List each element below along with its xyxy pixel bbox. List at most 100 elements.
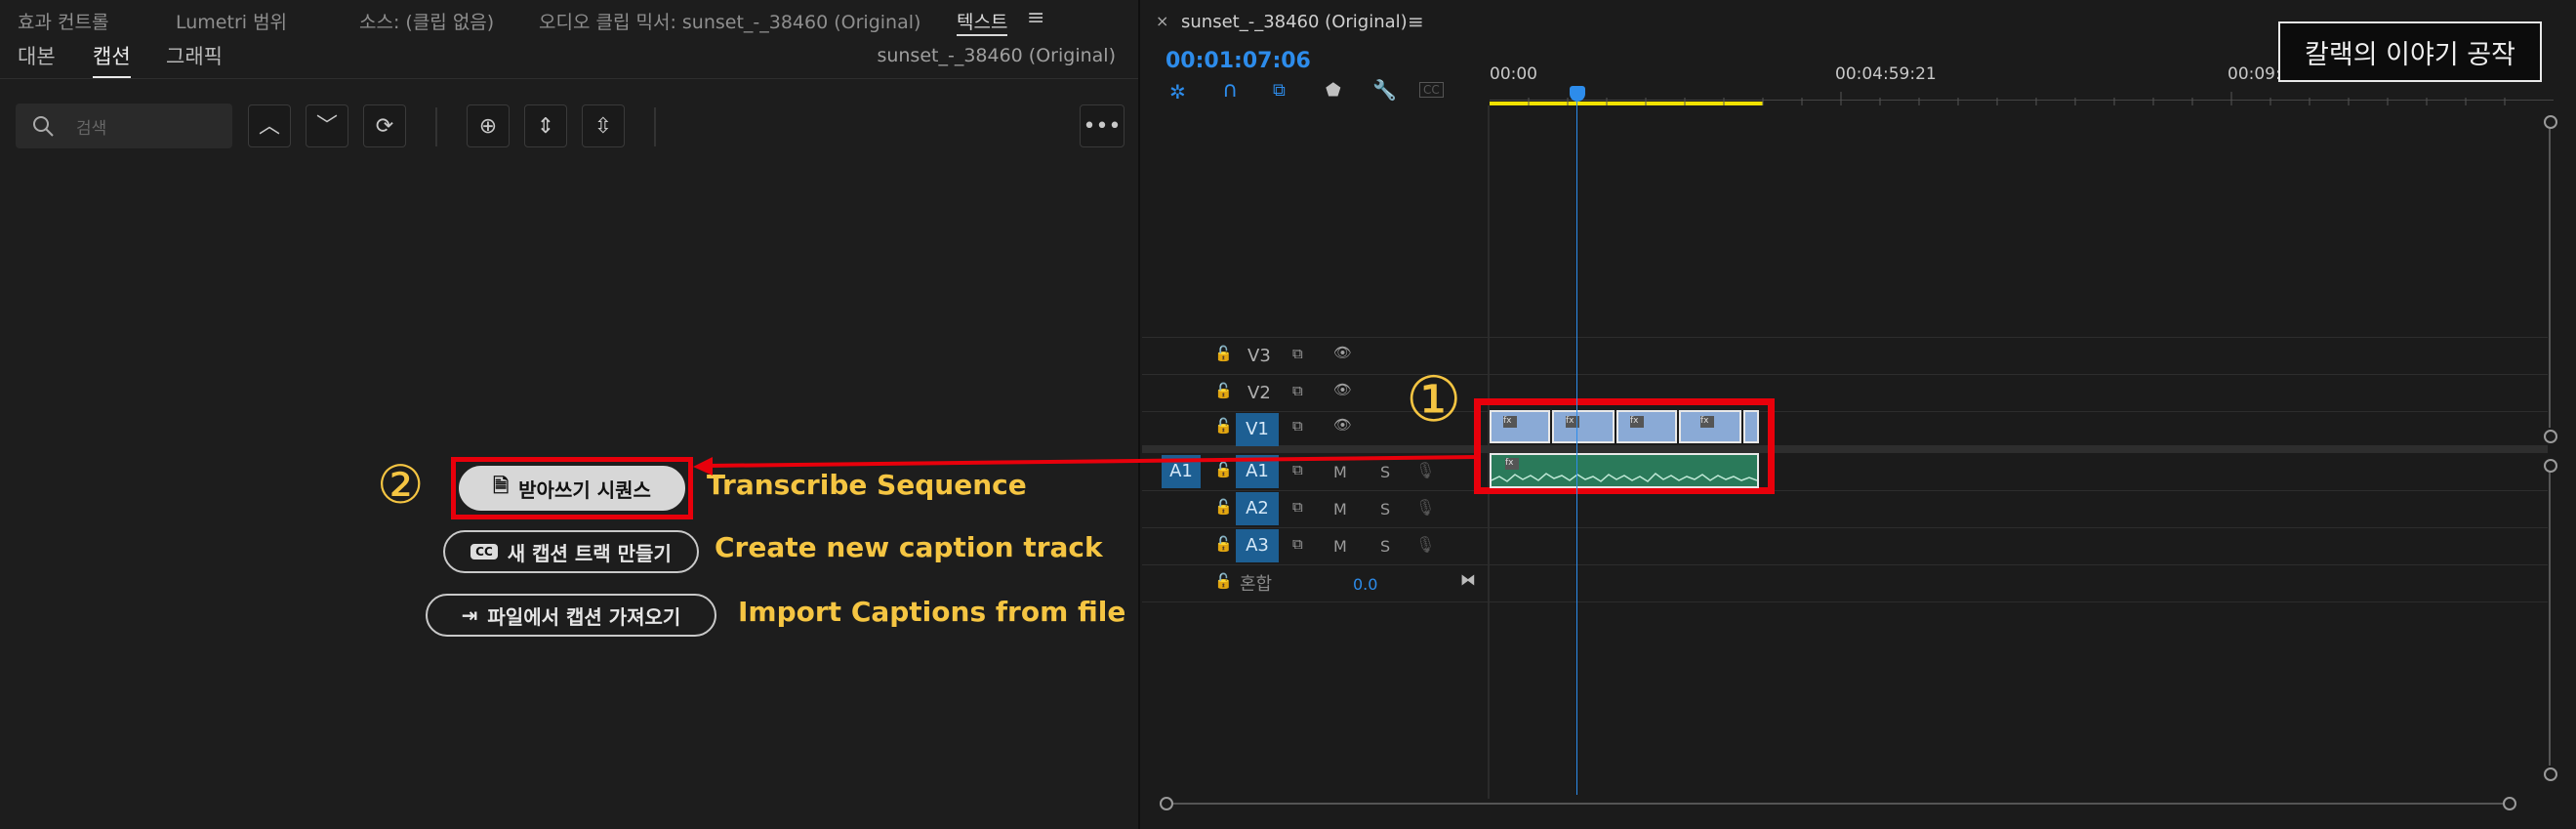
create-caption-label: 새 캡션 트랙 만들기 <box>507 541 672 565</box>
horizontal-scrollbar[interactable] <box>1160 797 2520 810</box>
annotation-create-caption: Create new caption track <box>715 531 1103 563</box>
scroll-track[interactable] <box>2549 129 2551 428</box>
toolbar-separator <box>435 107 437 146</box>
previous-button[interactable]: ︿ <box>248 104 291 147</box>
playhead-line[interactable] <box>1576 98 1577 795</box>
audio-waveform <box>1492 473 1757 482</box>
sequence-name: sunset_-_38460 (Original) <box>877 45 1116 66</box>
wrench-icon[interactable]: 🔧 <box>1372 78 1397 102</box>
transcribe-sequence-button[interactable]: 🗎 받아쓰기 시퀀스 <box>459 466 685 511</box>
sync-lock-icon[interactable]: ⧉ <box>1292 498 1303 516</box>
mix-volume-value[interactable]: 0.0 <box>1353 575 1377 594</box>
mute-button[interactable]: M <box>1333 537 1347 556</box>
timeline-menu-icon[interactable]: ≡ <box>1408 10 1424 33</box>
track-header-mix[interactable]: 🔓 혼합 0.0 ⧓ <box>1142 566 1489 601</box>
scroll-handle-bottom[interactable] <box>2544 767 2557 781</box>
mic-icon[interactable]: 🎙 <box>1415 498 1435 517</box>
track-label-a2[interactable]: A2 <box>1236 492 1279 525</box>
playhead-handle[interactable] <box>1570 86 1585 102</box>
marker-icon[interactable]: ⬟ <box>1326 80 1341 101</box>
create-caption-track-button[interactable]: CC 새 캡션 트랙 만들기 <box>443 530 699 573</box>
track-label-v3[interactable]: V3 <box>1247 346 1271 366</box>
lock-icon[interactable]: 🔓 <box>1214 382 1233 399</box>
panel-menu-icon[interactable]: ≡ <box>1027 6 1044 30</box>
tab-lumetri-scopes[interactable]: Lumetri 범위 <box>176 8 287 34</box>
mix-label: 혼합 <box>1240 574 1273 595</box>
audio-vertical-scrollbar[interactable] <box>2544 459 2557 781</box>
tab-source[interactable]: 소스: (클립 없음) <box>359 8 494 34</box>
eye-icon[interactable]: 👁 <box>1333 344 1352 361</box>
scroll-handle-bottom[interactable] <box>2544 430 2557 443</box>
import-captions-button[interactable]: ⇥ 파일에서 캡션 가져오기 <box>426 594 716 637</box>
sync-lock-icon[interactable]: ⧉ <box>1292 345 1303 362</box>
transcribe-label: 받아쓰기 시퀀스 <box>518 477 651 502</box>
subtab-captions[interactable]: 캡션 <box>93 41 131 79</box>
scroll-track[interactable] <box>1173 803 2503 805</box>
scroll-handle-top[interactable] <box>2544 115 2557 129</box>
captions-icon[interactable]: CC <box>1419 82 1444 98</box>
video-clip[interactable] <box>1743 410 1759 443</box>
annotation-import-captions: Import Captions from file <box>738 596 1126 628</box>
mute-button[interactable]: M <box>1333 500 1347 518</box>
track-divider <box>1142 337 2548 338</box>
video-clip[interactable]: fx <box>1552 410 1615 443</box>
fx-badge: fx <box>1503 416 1517 428</box>
lock-icon[interactable]: 🔓 <box>1214 498 1233 516</box>
track-header-a3[interactable]: 🔓 A3 ⧉ M S 🎙 <box>1142 529 1489 564</box>
lock-icon[interactable]: 🔓 <box>1214 535 1233 553</box>
audio-clip[interactable]: fx <box>1490 453 1759 488</box>
eye-icon[interactable]: 👁 <box>1333 381 1352 398</box>
ruler-ticks <box>1528 92 2506 105</box>
subtab-transcript[interactable]: 대본 <box>18 41 56 70</box>
nest-icon[interactable]: ✲ <box>1169 80 1186 104</box>
ruler-label: 00:04:59:21 <box>1835 64 1937 84</box>
tab-effect-controls[interactable]: 효과 컨트롤 <box>18 8 108 34</box>
tab-text[interactable]: 텍스트 <box>957 8 1008 36</box>
track-header-a2[interactable]: 🔓 A2 ⧉ M S 🎙 <box>1142 492 1489 527</box>
arrow-annotation <box>693 455 1479 476</box>
import-captions-label: 파일에서 캡션 가져오기 <box>487 604 681 629</box>
split-caption-button[interactable]: ⇕ <box>524 104 567 147</box>
mic-icon[interactable]: 🎙 <box>1415 535 1435 554</box>
import-icon: ⇥ <box>461 603 478 627</box>
add-caption-button[interactable]: ⊕ <box>467 104 510 147</box>
next-button[interactable]: ﹀ <box>306 104 348 147</box>
refresh-icon: ⟳ <box>375 114 394 139</box>
track-divider <box>1142 601 2548 602</box>
video-clip[interactable]: fx <box>1490 410 1550 443</box>
scroll-handle-right[interactable] <box>2503 797 2516 810</box>
solo-button[interactable]: S <box>1380 537 1390 556</box>
sync-lock-icon[interactable]: ⧉ <box>1292 382 1303 399</box>
track-label-v2[interactable]: V2 <box>1247 383 1271 403</box>
lock-icon[interactable]: 🔓 <box>1214 572 1233 590</box>
video-clip[interactable]: fx <box>1616 410 1677 443</box>
sync-lock-icon[interactable]: ⧉ <box>1292 535 1303 553</box>
mix-end-icon[interactable]: ⧓ <box>1460 570 1476 589</box>
more-options-button[interactable]: ••• <box>1080 104 1124 147</box>
close-icon[interactable]: × <box>1156 12 1168 30</box>
subtab-graphics[interactable]: 그래픽 <box>166 41 223 70</box>
video-clip[interactable]: fx <box>1679 410 1741 443</box>
merge-caption-button[interactable]: ⇳ <box>582 104 625 147</box>
watermark: 칼랙의 이야기 공작 <box>2278 21 2542 82</box>
scroll-handle-top[interactable] <box>2544 459 2557 473</box>
playhead-timecode[interactable]: 00:01:07:06 <box>1165 49 1311 73</box>
refresh-button[interactable]: ⟳ <box>363 104 406 147</box>
linked-selection-icon[interactable]: ⧉ <box>1273 80 1286 101</box>
scroll-handle-left[interactable] <box>1160 797 1173 810</box>
track-label-a3[interactable]: A3 <box>1236 529 1279 562</box>
scroll-track[interactable] <box>2549 473 2551 766</box>
lock-icon[interactable]: 🔓 <box>1214 345 1233 362</box>
video-vertical-scrollbar[interactable] <box>2544 115 2557 443</box>
sequence-tab[interactable]: sunset_-_38460 (Original) <box>1181 12 1408 32</box>
fx-badge: fx <box>1700 416 1714 428</box>
snap-icon[interactable]: ∩ <box>1222 78 1238 103</box>
tab-audio-clip-mixer[interactable]: 오디오 클립 믹서: sunset_-_38460 (Original) <box>539 8 920 34</box>
plus-circle-icon: ⊕ <box>478 114 498 139</box>
search-input[interactable]: 검색 <box>16 104 232 148</box>
chevron-up-icon: ︿ <box>258 114 280 139</box>
track-divider <box>1142 411 2548 412</box>
solo-button[interactable]: S <box>1380 500 1390 518</box>
search-icon <box>33 116 54 137</box>
split-icon: ⇕ <box>536 114 555 139</box>
